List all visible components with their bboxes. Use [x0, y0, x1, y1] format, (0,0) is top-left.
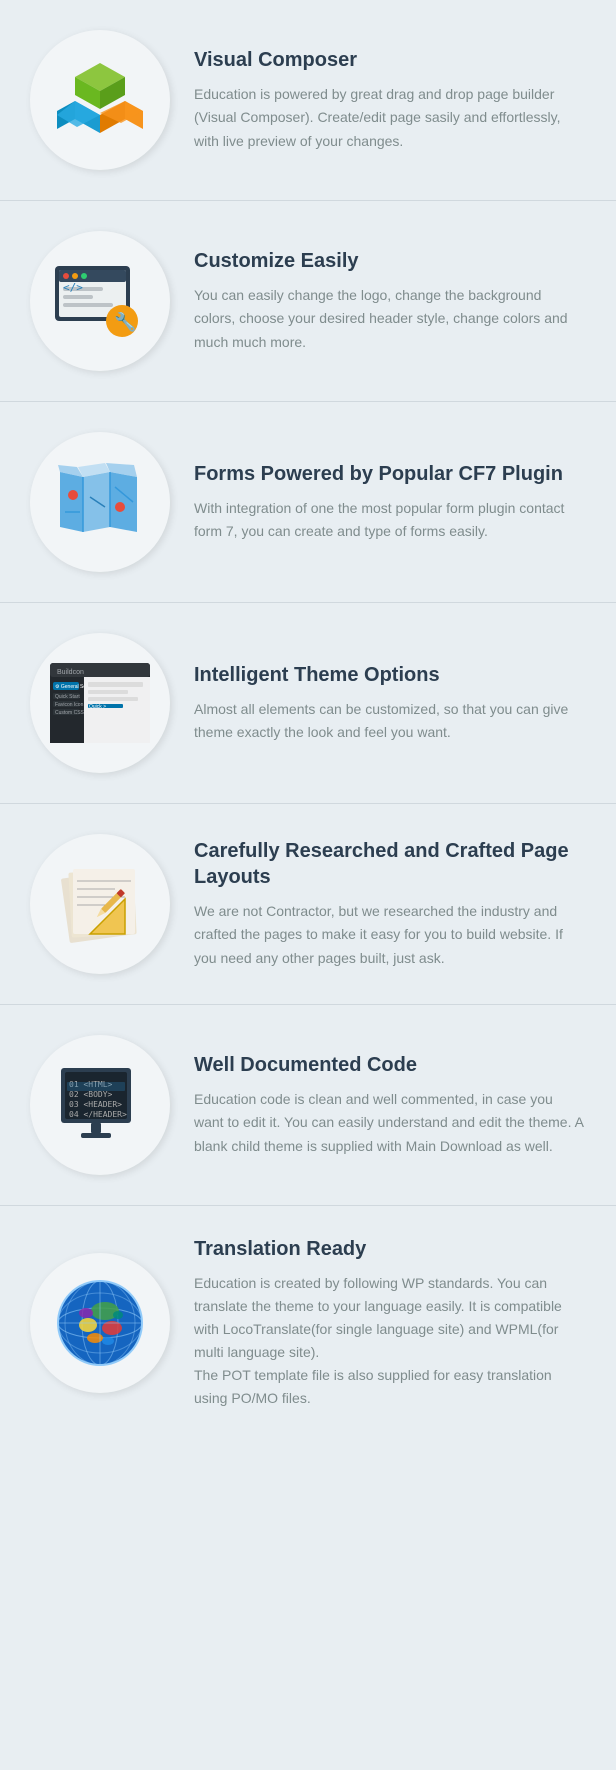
cf7-text: Forms Powered by Popular CF7 Plugin With… — [194, 461, 586, 543]
feature-item-code: 01 <HTML> 02 <BODY> 03 <HEADER> 04 </HEA… — [0, 1005, 616, 1206]
svg-text:Favicon Icon: Favicon Icon — [55, 702, 84, 708]
svg-text:</>: </> — [63, 281, 83, 294]
page-layouts-text: Carefully Researched and Crafted Page La… — [194, 838, 586, 969]
feature-item-translation: Translation Ready Education is created b… — [0, 1206, 616, 1441]
customize-title: Customize Easily — [194, 248, 586, 274]
feature-item-visual-composer: Visual Composer Education is powered by … — [0, 0, 616, 201]
visual-composer-icon — [55, 55, 145, 145]
page-layouts-title: Carefully Researched and Crafted Page La… — [194, 838, 586, 890]
translation-title: Translation Ready — [194, 1236, 586, 1262]
theme-options-title: Intelligent Theme Options — [194, 662, 586, 688]
visual-composer-desc: Education is powered by great drag and d… — [194, 83, 586, 152]
page-layouts-icon — [55, 859, 145, 949]
translation-icon — [50, 1273, 150, 1373]
code-title: Well Documented Code — [194, 1052, 586, 1078]
cf7-title: Forms Powered by Popular CF7 Plugin — [194, 461, 586, 487]
theme-options-icon: Buildcon ⚙ General Settings Quick Start … — [45, 658, 155, 748]
code-desc: Education code is clean and well com­men… — [194, 1088, 586, 1157]
cf7-desc: With integration of one the most popular… — [194, 497, 586, 543]
feature-item-page-layouts: Carefully Researched and Crafted Page La… — [0, 804, 616, 1005]
svg-text:03 <HEADER>: 03 <HEADER> — [69, 1100, 122, 1109]
feature-item-cf7: Forms Powered by Popular CF7 Plugin With… — [0, 402, 616, 603]
customize-text: Customize Easily You can easily change t… — [194, 248, 586, 353]
svg-text:🔧: 🔧 — [114, 311, 136, 332]
customize-icon: </> 🔧 — [50, 261, 150, 341]
code-text: Well Documented Code Education code is c… — [194, 1052, 586, 1157]
cf7-icon — [55, 457, 145, 547]
feature-list: Visual Composer Education is powered by … — [0, 0, 616, 1441]
customize-icon-circle: </> 🔧 — [30, 231, 170, 371]
feature-item-theme-options: Buildcon ⚙ General Settings Quick Start … — [0, 603, 616, 804]
svg-text:Custom CSS: Custom CSS — [55, 710, 85, 716]
code-icon-circle: 01 <HTML> 02 <BODY> 03 <HEADER> 04 </HEA… — [30, 1035, 170, 1175]
translation-desc: Education is created by following WP sta… — [194, 1272, 586, 1411]
visual-composer-title: Visual Composer — [194, 47, 586, 73]
visual-composer-icon-circle — [30, 30, 170, 170]
svg-text:Quick >: Quick > — [89, 704, 106, 710]
svg-text:04 </HEADER>: 04 </HEADER> — [69, 1110, 127, 1119]
page-layouts-desc: We are not Contractor, but we researched… — [194, 900, 586, 969]
cf7-icon-circle — [30, 432, 170, 572]
svg-text:Buildcon: Buildcon — [57, 669, 84, 676]
svg-text:Quick Start: Quick Start — [55, 694, 80, 700]
svg-text:02 <BODY>: 02 <BODY> — [69, 1090, 113, 1099]
customize-desc: You can easily change the logo, change t… — [194, 284, 586, 353]
visual-composer-text: Visual Composer Education is powered by … — [194, 47, 586, 152]
code-icon: 01 <HTML> 02 <BODY> 03 <HEADER> 04 </HEA… — [53, 1063, 148, 1148]
translation-icon-circle — [30, 1253, 170, 1393]
theme-options-desc: Almost all elements can be customized, s… — [194, 698, 586, 744]
translation-text: Translation Ready Education is created b… — [194, 1236, 586, 1411]
theme-options-icon-circle: Buildcon ⚙ General Settings Quick Start … — [30, 633, 170, 773]
theme-options-text: Intelligent Theme Options Almost all ele… — [194, 662, 586, 744]
feature-item-customize: </> 🔧 Customize Easily You can easily ch… — [0, 201, 616, 402]
page-layouts-icon-circle — [30, 834, 170, 974]
